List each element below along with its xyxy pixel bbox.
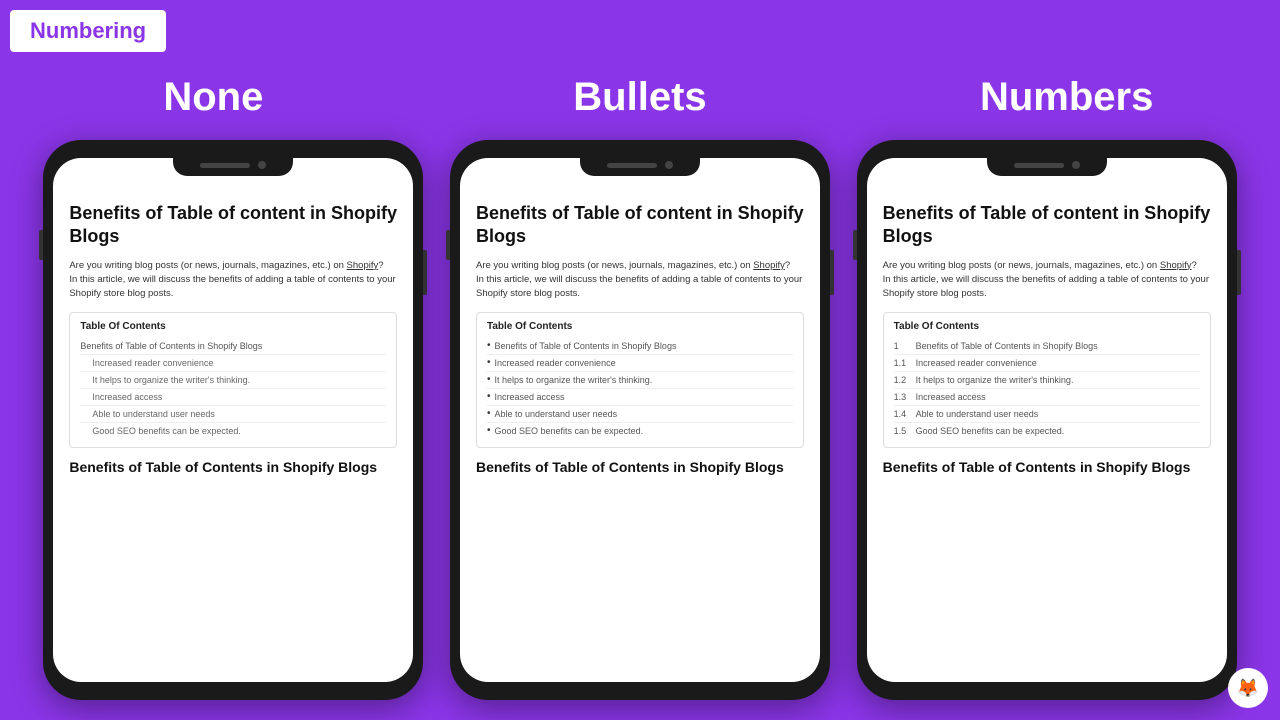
toc-item-numbers-5[interactable]: 1.4Able to understand user needs [894,406,1200,423]
toc-item-numbers-1[interactable]: 1Benefits of Table of Contents in Shopif… [894,338,1200,355]
toc-item-numbers-2[interactable]: 1.1Increased reader convenience [894,355,1200,372]
toc-item-bullets-4[interactable]: Increased access [487,389,793,406]
notch-dot [258,161,266,169]
phone-notch-none [173,154,293,176]
toc-box-numbers: Table Of Contents 1Benefits of Table of … [883,312,1211,448]
phone-bullets: Benefits of Table of content in Shopify … [450,140,830,700]
toc-item-bullets-2[interactable]: Increased reader convenience [487,355,793,372]
phone-notch-numbers [987,154,1107,176]
phones-row: Benefits of Table of content in Shopify … [0,140,1280,700]
toc-item-none-6[interactable]: Good SEO benefits can be expected. [80,423,386,439]
blog-body-numbers: Are you writing blog posts (or news, jou… [883,259,1211,302]
notch-bar-3 [1014,163,1064,168]
phone-screen-bullets: Benefits of Table of content in Shopify … [460,158,820,682]
toc-item-none-1[interactable]: Benefits of Table of Contents in Shopify… [80,338,386,355]
blog-body-none: Are you writing blog posts (or news, jou… [69,259,397,302]
phone-notch-bullets [580,154,700,176]
notch-dot-3 [1072,161,1080,169]
toc-num-3: 1.2 [894,375,912,385]
blog-body-bullets: Are you writing blog posts (or news, jou… [476,259,804,302]
toc-item-bullets-6[interactable]: Good SEO benefits can be expected. [487,423,793,439]
toc-num-6: 1.5 [894,426,912,436]
shopify-link-numbers[interactable]: Shopify [1160,260,1192,271]
toc-heading-none: Table Of Contents [80,321,386,332]
toc-item-none-3[interactable]: It helps to organize the writer's thinki… [80,372,386,389]
footer-heading-bullets: Benefits of Table of Contents in Shopify… [476,458,804,476]
notch-dot-2 [665,161,673,169]
fox-logo: 🦊 [1228,668,1268,708]
toc-heading-bullets: Table Of Contents [487,321,793,332]
toc-item-bullets-1[interactable]: Benefits of Table of Contents in Shopify… [487,338,793,355]
column-title-numbers: Numbers [877,75,1257,120]
blog-title-numbers: Benefits of Table of content in Shopify … [883,202,1211,249]
phone-none: Benefits of Table of content in Shopify … [43,140,423,700]
toc-box-bullets: Table Of Contents Benefits of Table of C… [476,312,804,448]
column-title-none: None [23,75,403,120]
blog-title-bullets: Benefits of Table of content in Shopify … [476,202,804,249]
phone-numbers: Benefits of Table of content in Shopify … [857,140,1237,700]
notch-bar-2 [607,163,657,168]
blog-title-none: Benefits of Table of content in Shopify … [69,202,397,249]
footer-heading-numbers: Benefits of Table of Contents in Shopify… [883,458,1211,476]
column-title-bullets: Bullets [450,75,830,120]
toc-num-4: 1.3 [894,392,912,402]
toc-box-none: Table Of Contents Benefits of Table of C… [69,312,397,448]
toc-heading-numbers: Table Of Contents [894,321,1200,332]
toc-item-bullets-3[interactable]: It helps to organize the writer's thinki… [487,372,793,389]
column-titles: None Bullets Numbers [0,0,1280,130]
toc-item-numbers-4[interactable]: 1.3Increased access [894,389,1200,406]
toc-num-5: 1.4 [894,409,912,419]
toc-num-1: 1 [894,341,912,351]
header-title: Numbering [30,18,146,43]
notch-bar [200,163,250,168]
phone-screen-none: Benefits of Table of content in Shopify … [53,158,413,682]
toc-item-numbers-6[interactable]: 1.5Good SEO benefits can be expected. [894,423,1200,439]
phone-screen-numbers: Benefits of Table of content in Shopify … [867,158,1227,682]
shopify-link-bullets[interactable]: Shopify [753,260,785,271]
toc-item-bullets-5[interactable]: Able to understand user needs [487,406,793,423]
footer-heading-none: Benefits of Table of Contents in Shopify… [69,458,397,476]
toc-item-none-5[interactable]: Able to understand user needs [80,406,386,423]
toc-num-2: 1.1 [894,358,912,368]
header-label: Numbering [10,10,166,52]
toc-item-numbers-3[interactable]: 1.2It helps to organize the writer's thi… [894,372,1200,389]
toc-item-none-2[interactable]: Increased reader convenience [80,355,386,372]
shopify-link-none[interactable]: Shopify [347,260,379,271]
toc-item-none-4[interactable]: Increased access [80,389,386,406]
